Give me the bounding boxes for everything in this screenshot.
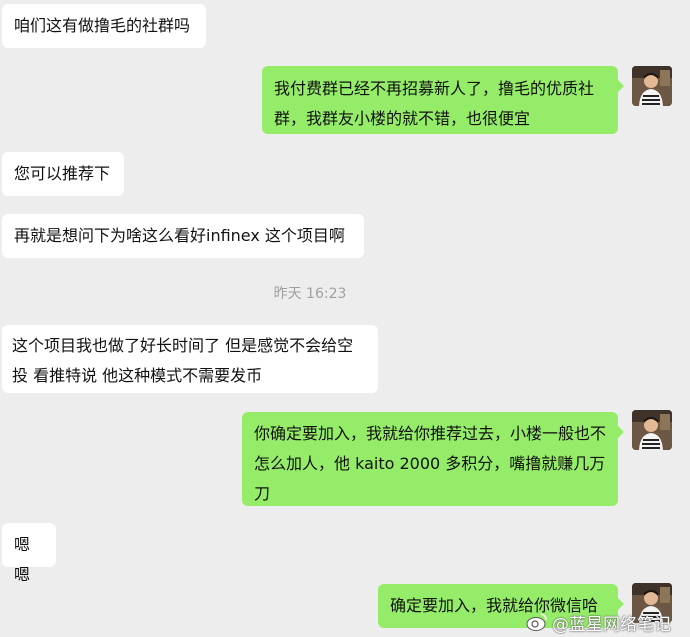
- message-bubble-incoming[interactable]: 咱们这有做撸毛的社群吗: [2, 4, 206, 48]
- message-text: 嗯嗯: [14, 535, 31, 584]
- message-text: 这个项目我也做了好长时间了 但是感觉不会给空投 看推特说 他这种模式不需要发币: [12, 336, 354, 385]
- avatar[interactable]: [632, 410, 672, 450]
- message-text: 您可以推荐下: [14, 164, 111, 183]
- user-avatar-photo-icon: [632, 66, 672, 106]
- message-text: 你确定要加入，我就给你推荐过去，小楼一般也不怎么加人，他 kaito 2000 …: [254, 424, 607, 503]
- watermark-text: @蓝星网络笔记: [552, 614, 671, 635]
- message-bubble-incoming[interactable]: 再就是想问下为啥这么看好infinex 这个项目啊: [2, 214, 364, 258]
- chat-timestamp: 昨天 16:23: [273, 286, 347, 302]
- avatar[interactable]: [632, 66, 672, 106]
- message-bubble-outgoing[interactable]: 你确定要加入，我就给你推荐过去，小楼一般也不怎么加人，他 kaito 2000 …: [242, 412, 624, 506]
- message-bubble-outgoing[interactable]: 我付费群已经不再招募新人了，撸毛的优质社群，我群友小楼的就不错，也很便宜: [262, 66, 624, 134]
- message-bubble-incoming[interactable]: 您可以推荐下: [2, 152, 124, 196]
- chat-window: 咱们这有做撸毛的社群吗 我付费群已经不再招募新人了，撸毛的优质社群，我群友小楼的…: [0, 0, 690, 637]
- message-bubble-incoming[interactable]: 这个项目我也做了好长时间了 但是感觉不会给空投 看推特说 他这种模式不需要发币: [2, 325, 378, 393]
- weibo-logo-icon: [526, 613, 547, 631]
- watermark: @蓝星网络笔记: [526, 608, 690, 636]
- message-bubble-incoming[interactable]: 嗯嗯: [2, 523, 56, 584]
- user-avatar-photo-icon: [632, 410, 672, 450]
- message-text: 咱们这有做撸毛的社群吗: [14, 16, 191, 35]
- message-text: 我付费群已经不再招募新人了，撸毛的优质社群，我群友小楼的就不错，也很便宜: [274, 79, 595, 128]
- message-text: 再就是想问下为啥这么看好infinex 这个项目啊: [14, 226, 345, 245]
